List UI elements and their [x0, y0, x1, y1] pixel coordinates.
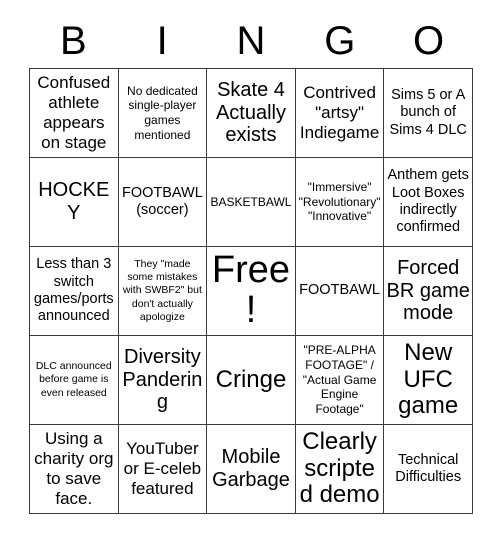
- bingo-cell-b1[interactable]: Confused athlete appears on stage: [30, 69, 119, 158]
- bingo-cell-label: Free!: [211, 249, 291, 331]
- bingo-cell-i4[interactable]: Diversity Pandering: [118, 336, 208, 425]
- bingo-cell-label: New UFC game: [398, 338, 459, 420]
- bingo-cell-label: Skate 4 Actually exists: [215, 78, 286, 147]
- bingo-header-letter-n: N: [236, 19, 266, 63]
- bingo-cell-i1[interactable]: No dedicated single-player games mention…: [118, 69, 208, 158]
- bingo-cell-n1[interactable]: Skate 4 Actually exists: [207, 69, 296, 158]
- bingo-cell-label: Using a charity org to save face.: [34, 428, 114, 509]
- bingo-cell-label: DLC announced before game is even releas…: [35, 360, 112, 399]
- bingo-cell-n2[interactable]: BASKETBAWL: [207, 158, 296, 247]
- bingo-card: B I N G O Confused athlete appears on st…: [0, 0, 500, 544]
- bingo-header-letter-g: G: [324, 19, 356, 63]
- bingo-cell-i3[interactable]: They "made some mistakes with SWBF2" but…: [118, 247, 208, 336]
- bingo-free-space[interactable]: Free!: [207, 247, 296, 336]
- bingo-cell-label: Sims 5 or A bunch of Sims 4 DLC: [389, 86, 467, 138]
- bingo-cell-g2[interactable]: "Immersive" "Revolutionary" "Innovative": [295, 158, 385, 247]
- bingo-cell-label: "Immersive" "Revolutionary" "Innovative": [298, 180, 381, 224]
- bingo-cell-label: "PRE-ALPHA FOOTAGE" / "Actual Game Engin…: [302, 343, 377, 416]
- bingo-cell-label: Clearly scripted demo: [299, 427, 380, 509]
- bingo-grid: Confused athlete appears on stage No dedi…: [29, 68, 473, 514]
- bingo-cell-label: BASKETBAWL: [210, 194, 292, 209]
- bingo-cell-label: Cringe: [215, 365, 287, 393]
- bingo-cell-g3[interactable]: FOOTBAWL: [295, 247, 385, 336]
- bingo-cell-o5[interactable]: Technical Difficulties: [384, 425, 473, 514]
- bingo-cell-b2[interactable]: HOCKEY: [30, 158, 119, 247]
- bingo-cell-g4[interactable]: "PRE-ALPHA FOOTAGE" / "Actual Game Engin…: [295, 336, 385, 425]
- bingo-cell-label: Forced BR game mode: [386, 256, 470, 325]
- bingo-cell-o1[interactable]: Sims 5 or A bunch of Sims 4 DLC: [384, 69, 473, 158]
- bingo-cell-label: YouTuber or E-celeb featured: [123, 438, 202, 499]
- bingo-cell-label: FOOTBAWL: [299, 282, 380, 299]
- bingo-cell-i5[interactable]: YouTuber or E-celeb featured: [118, 425, 208, 514]
- bingo-cell-label: FOOTBAWL (soccer): [121, 184, 203, 218]
- bingo-cell-label: They "made some mistakes with SWBF2" but…: [122, 258, 202, 323]
- bingo-cell-o4[interactable]: New UFC game: [384, 336, 473, 425]
- bingo-cell-label: Confused athlete appears on stage: [37, 72, 111, 153]
- bingo-header-letter-o: O: [413, 19, 445, 63]
- bingo-cell-b4[interactable]: DLC announced before game is even releas…: [30, 336, 119, 425]
- bingo-cell-o3[interactable]: Forced BR game mode: [384, 247, 473, 336]
- bingo-cell-o2[interactable]: Anthem gets Loot Boxes indirectly confir…: [384, 158, 473, 247]
- bingo-cell-n4[interactable]: Cringe: [207, 336, 296, 425]
- bingo-header-letter-b: B: [60, 19, 87, 63]
- bingo-cell-g1[interactable]: Contrived "artsy" Indiegame: [295, 69, 385, 158]
- bingo-cell-n5[interactable]: Mobile Garbage: [207, 425, 296, 514]
- bingo-cell-label: No dedicated single-player games mention…: [127, 83, 198, 142]
- bingo-cell-label: HOCKEY: [38, 179, 110, 224]
- bingo-cell-label: Contrived "artsy" Indiegame: [299, 82, 380, 143]
- bingo-cell-label: Anthem gets Loot Boxes indirectly confir…: [387, 167, 469, 236]
- bingo-cell-label: Technical Difficulties: [395, 451, 462, 485]
- bingo-header-row: B I N G O: [29, 16, 473, 66]
- bingo-cell-i2[interactable]: FOOTBAWL (soccer): [118, 158, 208, 247]
- bingo-cell-g5[interactable]: Clearly scripted demo: [295, 425, 385, 514]
- bingo-cell-label: Diversity Pandering: [122, 345, 203, 414]
- bingo-cell-b5[interactable]: Using a charity org to save face.: [30, 425, 119, 514]
- bingo-cell-label: Less than 3 switch games/ports announced: [33, 256, 114, 325]
- bingo-cell-b3[interactable]: Less than 3 switch games/ports announced: [30, 247, 119, 336]
- bingo-cell-label: Mobile Garbage: [212, 446, 290, 491]
- bingo-header-letter-i: I: [156, 19, 168, 63]
